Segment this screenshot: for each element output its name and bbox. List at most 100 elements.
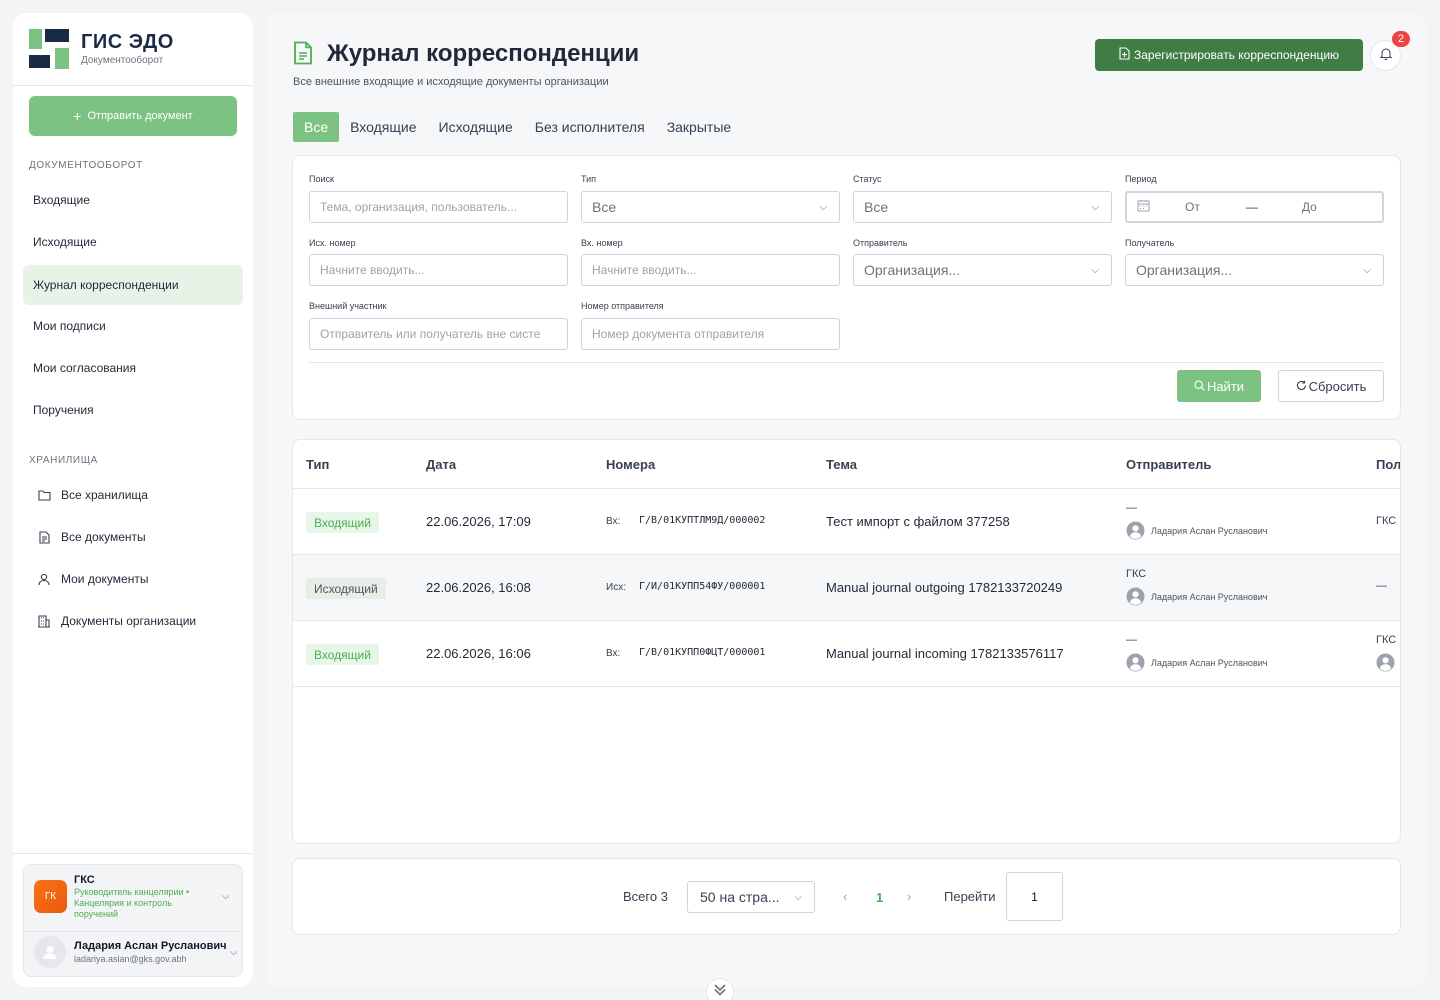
chevron-down-icon: ⌵ <box>794 891 802 903</box>
type-badge: Входящий <box>306 644 379 665</box>
sidebar-item-signatures[interactable]: Мои подписи <box>23 306 243 346</box>
column-header-type[interactable]: Тип <box>306 457 329 472</box>
pagination: Всего 3 50 на стра... ⌵ ‹ 1 › Перейти 1 <box>292 858 1401 935</box>
tab-outgoing[interactable]: Исходящие <box>428 112 524 142</box>
send-document-button[interactable]: + Отправить документ <box>29 96 237 136</box>
sidebar-item-journal[interactable]: Журнал корреспонденции <box>23 265 243 305</box>
type-badge: Входящий <box>306 512 379 533</box>
divider <box>13 85 253 86</box>
sidebar-item-approvals[interactable]: Мои согласования <box>23 348 243 388</box>
filter-label-sender-number: Номер отправителя <box>581 301 664 311</box>
period-from-input[interactable]: От <box>1185 200 1200 214</box>
sidebar: ГИС ЭДО Документооборот + Отправить доку… <box>13 13 253 987</box>
cell-recipient: — <box>1376 580 1387 592</box>
column-header-topic[interactable]: Тема <box>826 457 857 472</box>
prev-page-button[interactable]: ‹ <box>843 889 847 904</box>
filter-label-out-number: Исх. номер <box>309 238 356 248</box>
sidebar-item-label: Мои подписи <box>33 319 106 333</box>
notifications-badge: 2 <box>1392 31 1410 47</box>
user-avatar-icon <box>1126 587 1145 606</box>
user-icon <box>37 572 51 586</box>
document-icon <box>37 530 51 544</box>
refresh-icon <box>1296 379 1307 394</box>
sidebar-item-outgoing[interactable]: Исходящие <box>23 222 243 262</box>
status-select[interactable]: Все ⌵ <box>853 191 1112 223</box>
plus-icon: + <box>73 108 82 124</box>
total-count: Всего 3 <box>623 889 668 904</box>
in-number-input[interactable]: Начните вводить... <box>581 254 840 286</box>
column-header-sender[interactable]: Отправитель <box>1126 457 1211 472</box>
page-title: Журнал корреспонденции <box>327 40 640 67</box>
sidebar-item-incoming[interactable]: Входящие <box>23 180 243 220</box>
type-select[interactable]: Все ⌵ <box>581 191 840 223</box>
divider <box>309 362 1384 363</box>
column-header-recipient[interactable]: Пол <box>1376 457 1400 472</box>
cell-number-label: Вх: <box>606 648 621 659</box>
sidebar-item-label: Поручения <box>33 403 94 417</box>
recipient-select[interactable]: Организация... ⌵ <box>1125 254 1384 286</box>
table-row[interactable]: Исходящий 22.06.2026, 16:08 Исх: Г/И/01К… <box>293 555 1400 621</box>
user-avatar-icon <box>1126 521 1145 540</box>
register-correspondence-button[interactable]: Зарегистрировать корреспонденцию <box>1095 39 1363 71</box>
recipient-user-avatar-icon <box>1376 653 1395 675</box>
sender-user-name: Ладария Аслан Русланович <box>1151 591 1268 602</box>
status-select-value: Все <box>864 199 889 215</box>
period-range-picker[interactable]: От — До <box>1125 191 1384 223</box>
reset-button[interactable]: Сбросить <box>1278 370 1384 402</box>
current-page[interactable]: 1 <box>876 890 883 905</box>
reset-label: Сбросить <box>1308 378 1367 394</box>
filter-label-in-number: Вх. номер <box>581 238 623 248</box>
section-label-storage: ХРАНИЛИЩА <box>29 455 98 466</box>
search-icon <box>1194 379 1205 394</box>
tab-closed[interactable]: Закрытые <box>656 112 742 142</box>
filter-label-status: Статус <box>853 174 882 184</box>
tab-all[interactable]: Все <box>293 112 340 142</box>
sender-number-input[interactable]: Номер документа отправителя <box>581 318 840 350</box>
sidebar-item-assignments[interactable]: Поручения <box>23 390 243 430</box>
profile-card: ГК ГКС Руководитель канцелярии • Канцеля… <box>23 864 243 977</box>
period-to-input[interactable]: До <box>1302 200 1317 214</box>
external-participant-input[interactable]: Отправитель или получатель вне систе <box>309 318 568 350</box>
org-switch-chevron-icon[interactable]: ⌵ <box>222 891 230 902</box>
sender-select[interactable]: Организация... ⌵ <box>853 254 1112 286</box>
filters-panel: Поиск Тема, организация, пользователь...… <box>292 155 1401 420</box>
register-correspondence-label: Зарегистрировать корреспонденцию <box>1133 48 1340 62</box>
column-header-date[interactable]: Дата <box>426 457 456 472</box>
page-size-select[interactable]: 50 на стра... ⌵ <box>687 881 815 913</box>
chevron-down-icon: ⌵ <box>1091 201 1099 213</box>
filter-label-period: Период <box>1125 174 1157 184</box>
next-page-button[interactable]: › <box>907 889 911 904</box>
column-header-numbers[interactable]: Номера <box>606 457 655 472</box>
sender-user-name: Ладария Аслан Русланович <box>1151 525 1268 536</box>
user-menu-chevron-icon[interactable]: ⌵ <box>230 947 238 958</box>
filter-label-external: Внешний участник <box>309 301 387 311</box>
find-button[interactable]: Найти <box>1177 370 1261 402</box>
logo[interactable]: ГИС ЭДО Документооборот <box>29 29 229 73</box>
org-avatar: ГК <box>34 880 67 913</box>
sender-select-placeholder: Организация... <box>864 262 961 278</box>
out-number-input[interactable]: Начните вводить... <box>309 254 568 286</box>
cell-number: Г/И/01КУПП54ФУ/000001 <box>639 581 766 592</box>
goto-page-input[interactable]: 1 <box>1006 872 1063 921</box>
cell-number: Г/В/01КУПП0ФЦТ/000001 <box>639 647 766 658</box>
sidebar-item-all-storages[interactable]: Все хранилища <box>23 475 243 515</box>
search-input[interactable]: Тема, организация, пользователь... <box>309 191 568 223</box>
folder-icon <box>37 488 51 502</box>
tab-no-executor[interactable]: Без исполнителя <box>524 112 656 142</box>
logo-subtitle: Документооборот <box>81 55 164 66</box>
cell-sender-org: — <box>1126 502 1137 514</box>
table-row[interactable]: Входящий 22.06.2026, 16:06 Вх: Г/В/01КУП… <box>293 621 1400 687</box>
main-content: Журнал корреспонденции Все внешние входя… <box>266 13 1427 987</box>
tab-incoming[interactable]: Входящие <box>339 112 427 142</box>
sidebar-item-org-documents[interactable]: Документы организации <box>23 601 243 641</box>
sidebar-item-my-documents[interactable]: Мои документы <box>23 559 243 599</box>
scroll-down-button[interactable] <box>706 978 734 1000</box>
table-row[interactable]: Входящий 22.06.2026, 17:09 Вх: Г/В/01КУП… <box>293 489 1400 555</box>
correspondence-table: Тип Дата Номера Тема Отправитель Пол Вхо… <box>292 439 1401 844</box>
sidebar-item-label: Документы организации <box>61 614 197 628</box>
building-icon <box>37 614 51 628</box>
cell-date: 22.06.2026, 17:09 <box>426 514 531 529</box>
sidebar-item-all-documents[interactable]: Все документы <box>23 517 243 557</box>
divider <box>24 931 242 932</box>
cell-topic: Manual journal incoming 1782133576117 <box>826 646 1064 661</box>
